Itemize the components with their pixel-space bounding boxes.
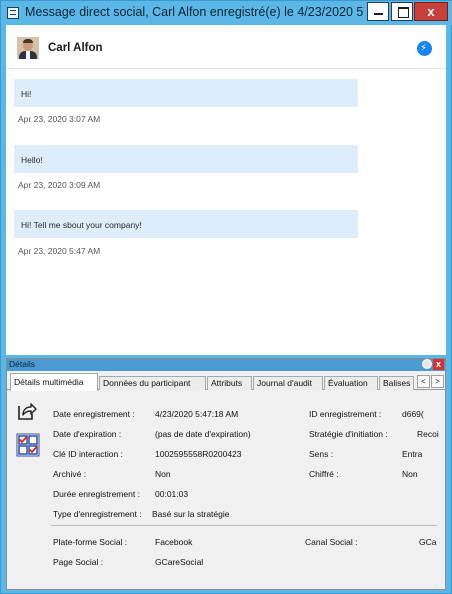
message-bubble: Hi! Tell me sbout your company! xyxy=(14,210,358,238)
close-button[interactable]: x xyxy=(414,2,448,21)
strategy-grid-icon xyxy=(16,433,40,457)
archive-label: Archivé : xyxy=(53,469,87,479)
app-window: Message direct social, Carl Alfon enregi… xyxy=(0,0,452,594)
cle-id-interaction-label: Clé ID interaction : xyxy=(53,449,123,459)
chiffre-label: Chiffré : xyxy=(309,469,339,479)
chat-pane: Carl Alfon Hi! Apr 23, 2020 3:07 AM Hell… xyxy=(6,25,446,355)
plateforme-sociale-label: Plate-forme Social : xyxy=(53,537,128,547)
tab-details-multimedia[interactable]: Détails multimédia xyxy=(10,373,98,391)
details-close-button[interactable]: x xyxy=(433,359,444,370)
tab-journal-audit[interactable]: Journal d'audit xyxy=(253,376,323,390)
maximize-button[interactable] xyxy=(391,2,413,21)
sens-value: Entra xyxy=(402,449,423,459)
type-enregistrement-value: Basé sur la stratégie xyxy=(152,509,230,519)
contact-name: Carl Alfon xyxy=(48,42,103,54)
message-bubble: Hello! xyxy=(14,145,358,173)
page-sociale-value: GCareSocial xyxy=(155,557,204,567)
chat-header: Carl Alfon xyxy=(6,25,446,69)
tab-balises[interactable]: Balises xyxy=(379,376,414,390)
type-enregistrement-label: Type d'enregistrement : xyxy=(53,509,142,519)
message-timestamp: Apr 23, 2020 5:47 AM xyxy=(18,246,101,256)
details-panel: Détails x Détails multimédia Données du … xyxy=(6,358,446,590)
messenger-icon xyxy=(417,41,432,56)
sens-label: Sens : xyxy=(309,449,334,459)
date-expiration-label: Date d'expiration : xyxy=(53,429,122,439)
message-window-icon xyxy=(7,7,19,19)
section-divider xyxy=(51,525,437,526)
archive-value: Non xyxy=(155,469,171,479)
share-icon xyxy=(18,403,37,420)
minimize-button[interactable] xyxy=(367,2,389,21)
message-bubble: Hi! xyxy=(14,79,358,107)
date-enregistrement-label: Date enregistrement : xyxy=(53,409,135,419)
message-timestamp: Apr 23, 2020 3:07 AM xyxy=(18,114,101,124)
title-bar[interactable]: Message direct social, Carl Alfon enregi… xyxy=(1,1,452,25)
plateforme-sociale-value: Facebook xyxy=(155,537,193,547)
details-title-bar: Détails x xyxy=(7,359,445,371)
chiffre-value: Non xyxy=(402,469,418,479)
canal-social-value: GCa xyxy=(419,537,437,547)
date-expiration-value: (pas de date d'expiration) xyxy=(155,429,251,439)
id-enregistrement-value: d669( xyxy=(402,409,424,419)
details-tabs: Détails multimédia Données du participan… xyxy=(7,372,445,391)
canal-social-label: Canal Social : xyxy=(305,537,358,547)
tab-evaluation[interactable]: Évaluation xyxy=(324,376,378,390)
page-sociale-label: Page Social : xyxy=(53,557,104,567)
tab-scroll-left-button[interactable]: < xyxy=(417,375,430,388)
window-title: Message direct social, Carl Alfon enregi… xyxy=(25,5,363,19)
date-enregistrement-value: 4/23/2020 5:47:18 AM xyxy=(155,409,239,419)
tab-donnees-participant[interactable]: Données du participant xyxy=(99,376,206,390)
strategie-initiation-label: Stratégie d'initiation : xyxy=(309,429,388,439)
duree-enregistrement-value: 00:01:03 xyxy=(155,489,189,499)
contact-avatar xyxy=(17,37,39,59)
pin-icon[interactable] xyxy=(422,359,432,369)
duree-enregistrement-label: Durée enregistrement : xyxy=(53,489,140,499)
details-title: Détails xyxy=(9,359,35,369)
message-timestamp: Apr 23, 2020 3:09 AM xyxy=(18,180,101,190)
tab-attributs[interactable]: Attributs xyxy=(207,376,252,390)
strategie-initiation-value: Recoi xyxy=(417,429,439,439)
tab-scroll-right-button[interactable]: > xyxy=(431,375,444,388)
cle-id-interaction-value: 1002595558R0200423 xyxy=(155,449,242,459)
id-enregistrement-label: ID enregistrement : xyxy=(309,409,382,419)
details-multimedia-content: Date enregistrement : 4/23/2020 5:47:18 … xyxy=(7,391,445,589)
